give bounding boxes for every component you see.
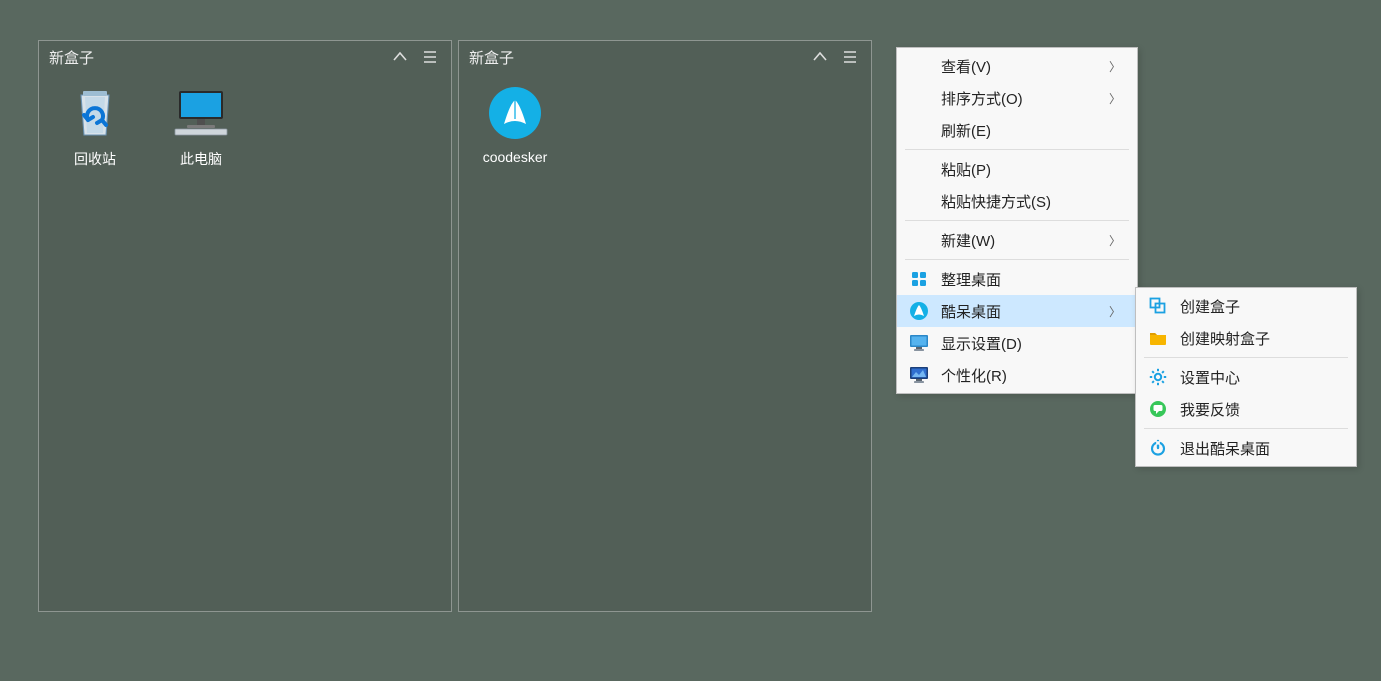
menu-item-refresh[interactable]: 刷新(E) [897,114,1137,146]
box-header: 新盒子 [459,41,871,73]
item-label: 回收站 [74,149,116,169]
grid-icon [897,270,941,288]
menu-item-personalize[interactable]: 个性化(R) [897,359,1137,391]
menu-separator [1144,357,1348,358]
menu-item-label: 粘贴(P) [941,159,1109,180]
submenu-item-feedback[interactable]: 我要反馈 [1136,393,1356,425]
coodesker-small-icon [897,301,941,321]
menu-separator [905,220,1129,221]
desktop-box-1[interactable]: 新盒子 回收站 [38,40,452,612]
coodesker-submenu[interactable]: 创建盒子 创建映射盒子 设置中心 我要反馈 退出酷呆桌面 [1135,287,1357,467]
menu-item-label: 酷呆桌面 [941,301,1109,322]
gear-icon [1136,368,1180,386]
item-this-pc[interactable]: 此电脑 [153,85,249,169]
power-icon [1136,439,1180,457]
submenu-item-settings[interactable]: 设置中心 [1136,361,1356,393]
menu-item-label: 整理桌面 [941,269,1109,290]
item-coodesker[interactable]: coodesker [467,85,563,165]
menu-icon[interactable] [419,46,441,68]
box-title: 新盒子 [49,47,381,68]
collapse-icon[interactable] [809,46,831,68]
display-settings-icon [897,334,941,352]
menu-icon[interactable] [839,46,861,68]
create-box-icon [1136,297,1180,315]
menu-item-label: 粘贴快捷方式(S) [941,191,1109,212]
this-pc-icon [173,85,229,141]
item-label: 此电脑 [180,149,222,169]
menu-item-view[interactable]: 查看(V) 〉 [897,50,1137,82]
menu-item-sort[interactable]: 排序方式(O) 〉 [897,82,1137,114]
box-title: 新盒子 [469,47,801,68]
collapse-icon[interactable] [389,46,411,68]
box-body[interactable]: 回收站 此电脑 [39,73,451,181]
menu-separator [1144,428,1348,429]
submenu-item-create-mapped-box[interactable]: 创建映射盒子 [1136,322,1356,354]
menu-separator [905,259,1129,260]
chevron-right-icon: 〉 [1109,90,1123,107]
menu-item-label: 个性化(R) [941,365,1109,386]
menu-item-coodesker[interactable]: 酷呆桌面 〉 [897,295,1137,327]
coodesker-icon [487,85,543,141]
menu-separator [905,149,1129,150]
submenu-item-create-box[interactable]: 创建盒子 [1136,290,1356,322]
item-label: coodesker [483,149,548,165]
menu-item-label: 排序方式(O) [941,88,1109,109]
menu-item-label: 创建映射盒子 [1180,328,1328,349]
feedback-icon [1136,400,1180,418]
menu-item-organize-desktop[interactable]: 整理桌面 [897,263,1137,295]
desktop-box-2[interactable]: 新盒子 coodesker [458,40,872,612]
menu-item-paste-shortcut[interactable]: 粘贴快捷方式(S) [897,185,1137,217]
folder-icon [1136,330,1180,346]
menu-item-label: 新建(W) [941,230,1109,251]
menu-item-display-settings[interactable]: 显示设置(D) [897,327,1137,359]
box-header: 新盒子 [39,41,451,73]
menu-item-paste[interactable]: 粘贴(P) [897,153,1137,185]
menu-item-label: 退出酷呆桌面 [1180,438,1328,459]
personalize-icon [897,366,941,384]
recycle-bin-icon [67,85,123,141]
menu-item-label: 创建盒子 [1180,296,1328,317]
menu-item-label: 设置中心 [1180,367,1328,388]
box-body[interactable]: coodesker [459,73,871,177]
item-recycle-bin[interactable]: 回收站 [47,85,143,169]
desktop-context-menu[interactable]: 查看(V) 〉 排序方式(O) 〉 刷新(E) 粘贴(P) 粘贴快捷方式(S) … [896,47,1138,394]
menu-item-label: 查看(V) [941,56,1109,77]
chevron-right-icon: 〉 [1109,303,1123,320]
menu-item-label: 刷新(E) [941,120,1109,141]
menu-item-label: 显示设置(D) [941,333,1109,354]
chevron-right-icon: 〉 [1109,232,1123,249]
menu-item-label: 我要反馈 [1180,399,1328,420]
submenu-item-exit[interactable]: 退出酷呆桌面 [1136,432,1356,464]
chevron-right-icon: 〉 [1109,58,1123,75]
menu-item-new[interactable]: 新建(W) 〉 [897,224,1137,256]
